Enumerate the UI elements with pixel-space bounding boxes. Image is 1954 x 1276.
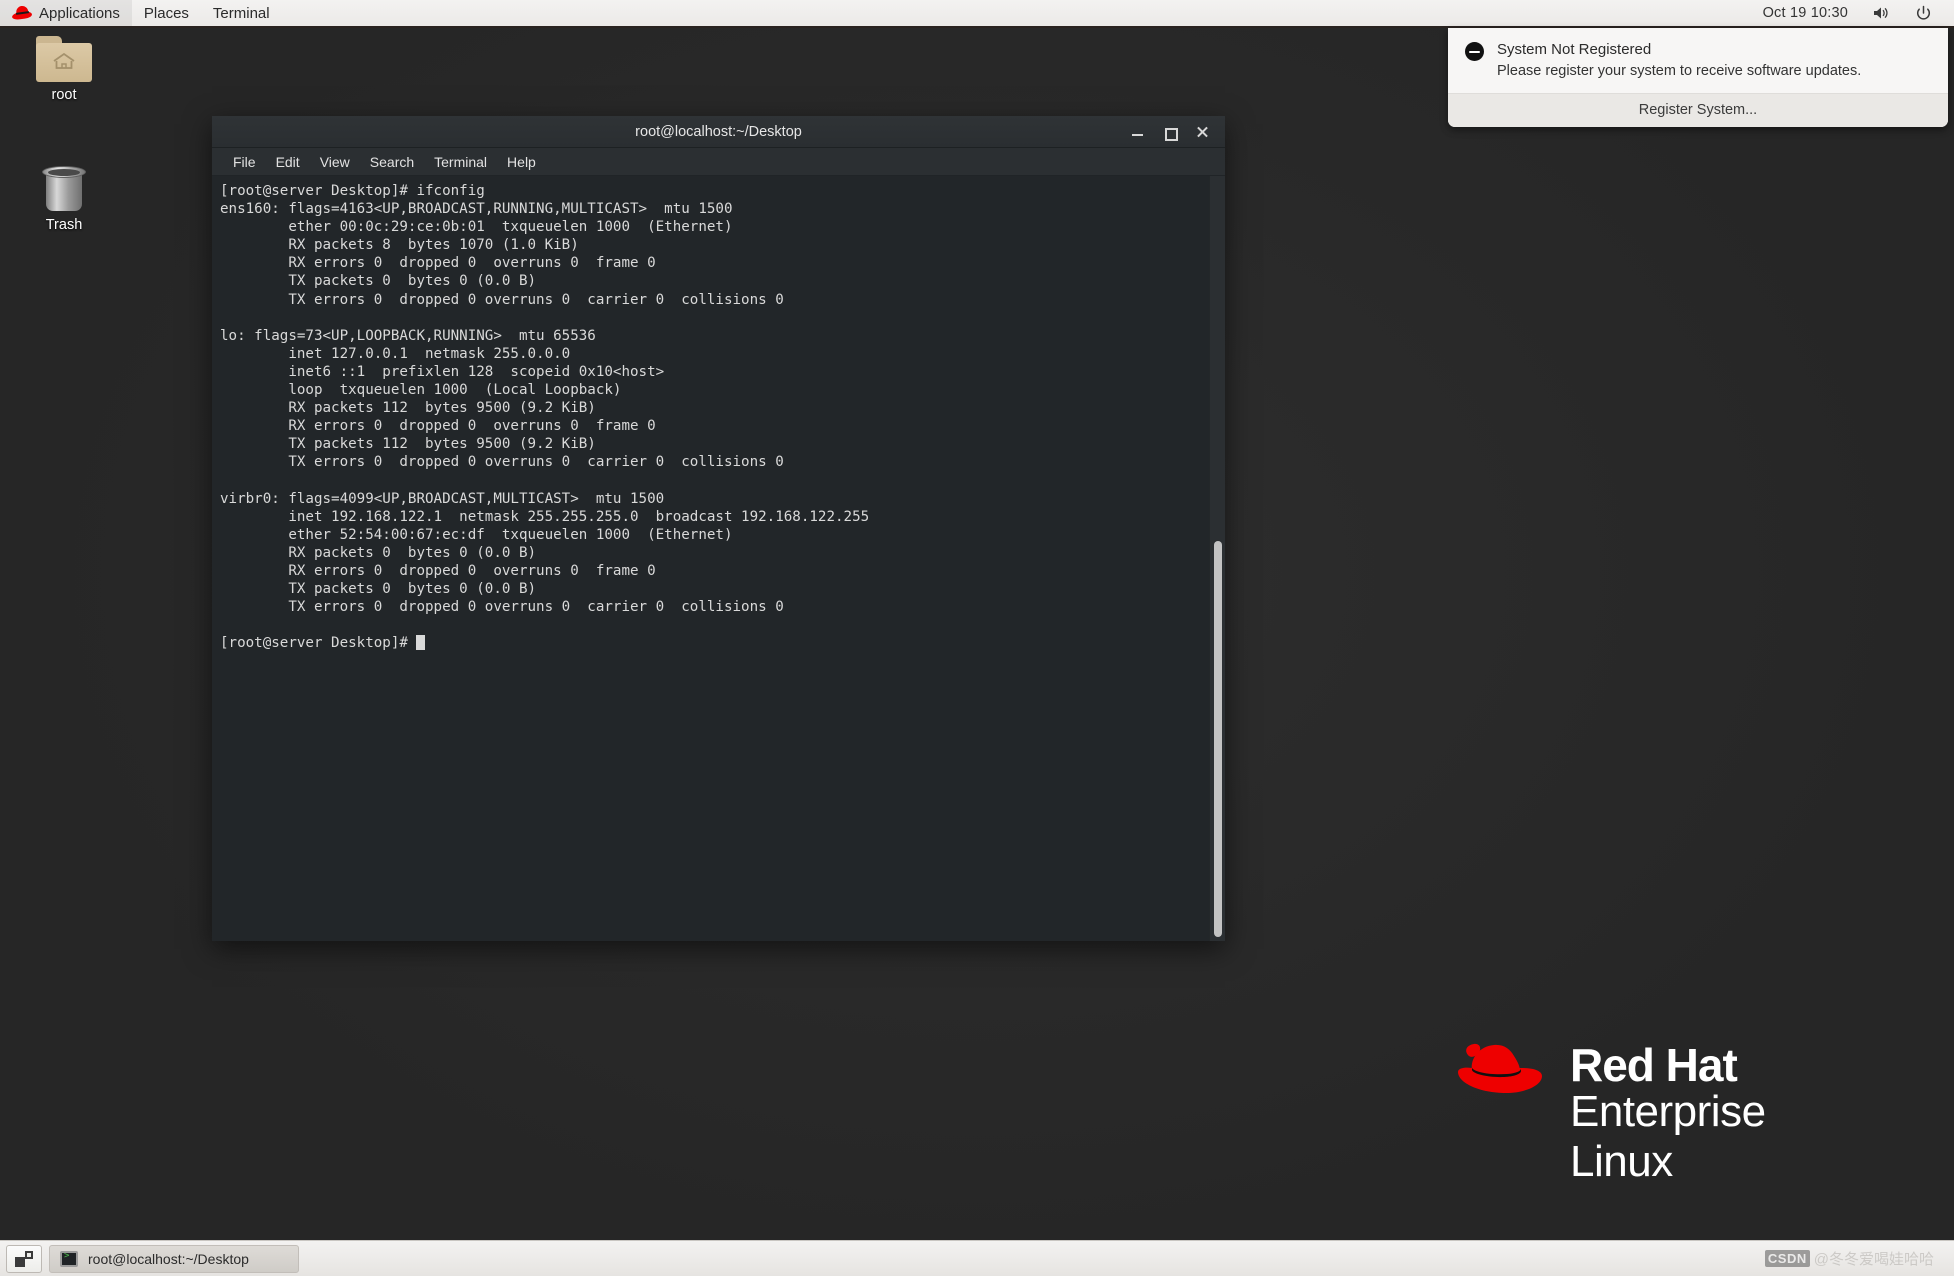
desktop-icon-root[interactable]: root — [12, 36, 116, 103]
terminal-menu-label: Terminal — [212, 4, 270, 22]
menu-terminal[interactable]: Terminal — [425, 151, 496, 173]
notification-body: System Not Registered Please register yo… — [1448, 28, 1948, 93]
applications-menu-label: Applications — [39, 4, 120, 22]
terminal-icon — [60, 1250, 78, 1267]
menu-search[interactable]: Search — [361, 151, 423, 173]
minus-circle-icon — [1465, 42, 1484, 61]
clock[interactable]: Oct 19 10:30 — [1753, 5, 1858, 21]
taskbar: root@localhost:~/Desktop CSDN @冬冬爱喝娃哈哈 — [0, 1240, 1954, 1276]
menu-file[interactable]: File — [224, 151, 265, 173]
show-desktop-icon[interactable] — [6, 1244, 42, 1273]
notification-popup[interactable]: System Not Registered Please register yo… — [1448, 28, 1948, 127]
redhat-hat-icon — [11, 5, 33, 21]
power-icon[interactable] — [1903, 0, 1944, 26]
minimize-icon[interactable] — [1131, 125, 1145, 139]
terminal-menu[interactable]: Terminal — [201, 0, 282, 26]
terminal-output[interactable]: [root@server Desktop]# ifconfig ens160: … — [212, 176, 1209, 941]
terminal-menu-bar: File Edit View Search Terminal Help — [212, 148, 1225, 176]
scrollbar-thumb[interactable] — [1214, 541, 1222, 937]
desktop-icon-trash[interactable]: Trash — [12, 160, 116, 233]
desktop-icon-root-label: root — [51, 87, 77, 103]
applications-menu[interactable]: Applications — [0, 0, 132, 26]
menu-edit[interactable]: Edit — [267, 151, 309, 173]
volume-icon[interactable] — [1860, 0, 1901, 26]
watermark-badge: CSDN — [1764, 1250, 1810, 1267]
terminal-title-bar[interactable]: root@localhost:~/Desktop — [212, 116, 1225, 148]
register-system-button[interactable]: Register System... — [1448, 93, 1948, 127]
window-controls — [1131, 125, 1225, 141]
notification-title: System Not Registered — [1497, 41, 1652, 58]
desktop-icon-trash-label: Trash — [45, 217, 83, 233]
top-panel: Applications Places Terminal Oct 19 10:3… — [0, 0, 1954, 28]
watermark-text: @冬冬爱喝娃哈哈 — [1813, 1251, 1934, 1268]
taskbar-item-terminal-label: root@localhost:~/Desktop — [88, 1250, 249, 1267]
terminal-window[interactable]: root@localhost:~/Desktop File Edit View … — [212, 116, 1225, 941]
taskbar-item-terminal[interactable]: root@localhost:~/Desktop — [49, 1244, 299, 1273]
terminal-scrollbar[interactable] — [1209, 176, 1225, 941]
maximize-icon[interactable] — [1163, 125, 1178, 141]
trash-can-icon — [40, 160, 88, 212]
menu-view[interactable]: View — [311, 151, 359, 173]
home-folder-icon — [36, 36, 92, 82]
menu-help[interactable]: Help — [498, 151, 545, 173]
notification-message: Please register your system to receive s… — [1497, 63, 1862, 79]
terminal-cursor — [416, 635, 426, 651]
terminal-content-area[interactable]: [root@server Desktop]# ifconfig ens160: … — [212, 176, 1225, 941]
panel-status-area: Oct 19 10:30 — [1753, 0, 1954, 26]
places-menu[interactable]: Places — [132, 0, 201, 26]
places-menu-label: Places — [143, 4, 189, 22]
terminal-title: root@localhost:~/Desktop — [635, 123, 802, 140]
watermark: CSDN @冬冬爱喝娃哈哈 — [1764, 1248, 1948, 1269]
close-icon[interactable] — [1195, 125, 1209, 139]
